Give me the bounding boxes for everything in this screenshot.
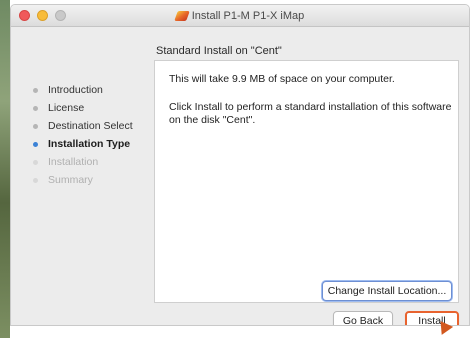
desktop-background <box>0 0 10 338</box>
sidebar-item-label: Installation Type <box>48 138 131 150</box>
sidebar-item-label: License <box>48 102 85 114</box>
sidebar-item-label: Summary <box>48 174 93 186</box>
sidebar-item-installation-type: Installation Type <box>23 135 153 153</box>
sidebar-item-installation: Installation <box>23 153 153 171</box>
sidebar-item-license: License <box>23 99 153 117</box>
step-dot-icon <box>33 177 38 183</box>
install-instructions-text: Click Install to perform a standard inst… <box>169 101 452 126</box>
step-dot-icon <box>33 123 38 129</box>
window-title-wrap: Install P1-M P1-X iMap <box>11 5 469 27</box>
step-dot-icon <box>33 159 38 165</box>
sidebar-item-summary: Summary <box>23 171 153 189</box>
sidebar-item-introduction: Introduction <box>23 81 153 99</box>
package-icon <box>173 11 190 21</box>
space-required-text: This will take 9.9 MB of space on your c… <box>169 73 395 85</box>
sidebar-item-label: Installation <box>48 156 99 168</box>
content-panel: This will take 9.9 MB of space on your c… <box>154 60 459 303</box>
step-dot-active-icon <box>33 141 38 147</box>
installer-steps-sidebar: Introduction License Destination Select … <box>23 81 153 189</box>
step-dot-icon <box>33 87 38 93</box>
page-title: Standard Install on "Cent" <box>156 45 282 57</box>
sidebar-item-destination-select: Destination Select <box>23 117 153 135</box>
window-title: Install P1-M P1-X iMap <box>191 10 305 22</box>
title-bar[interactable]: Install P1-M P1-X iMap <box>11 5 469 27</box>
go-back-button[interactable]: Go Back <box>333 311 393 325</box>
step-dot-icon <box>33 105 38 111</box>
sidebar-item-label: Destination Select <box>48 120 133 132</box>
change-install-location-button[interactable]: Change Install Location... <box>322 281 452 301</box>
sidebar-item-label: Introduction <box>48 84 103 96</box>
installer-window: Install P1-M P1-X iMap Standard Install … <box>10 4 470 326</box>
